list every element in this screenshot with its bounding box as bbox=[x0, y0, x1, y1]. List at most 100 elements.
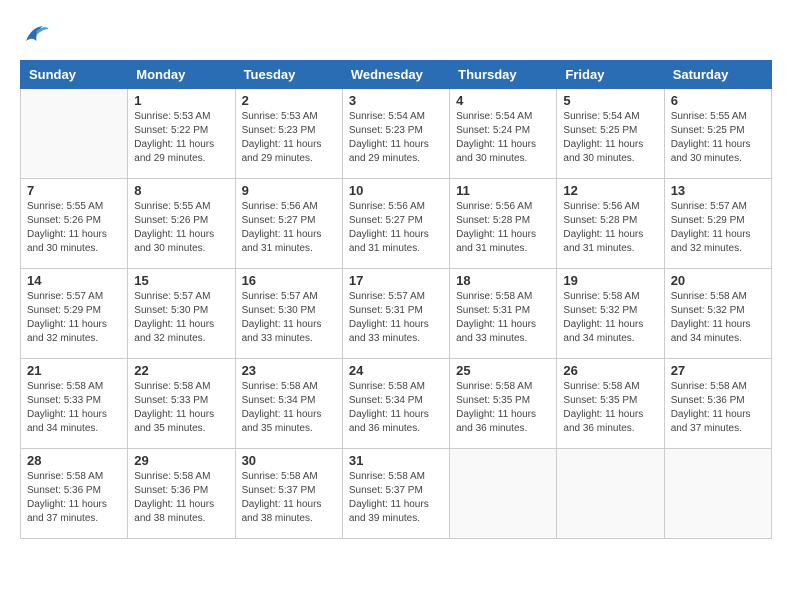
day-info: Sunrise: 5:55 AM Sunset: 5:25 PM Dayligh… bbox=[671, 110, 765, 166]
calendar-cell: 12 Sunrise: 5:56 AM Sunset: 5:28 PM Dayli… bbox=[557, 179, 664, 269]
header-saturday: Saturday bbox=[664, 61, 771, 89]
day-info: Sunrise: 5:57 AM Sunset: 5:29 PM Dayligh… bbox=[27, 290, 121, 346]
day-info: Sunrise: 5:55 AM Sunset: 5:26 PM Dayligh… bbox=[134, 200, 228, 256]
day-number: 27 bbox=[671, 363, 765, 378]
header-friday: Friday bbox=[557, 61, 664, 89]
day-number: 1 bbox=[134, 93, 228, 108]
calendar-cell bbox=[21, 89, 128, 179]
day-info: Sunrise: 5:56 AM Sunset: 5:27 PM Dayligh… bbox=[349, 200, 443, 256]
day-info: Sunrise: 5:57 AM Sunset: 5:30 PM Dayligh… bbox=[242, 290, 336, 346]
logo bbox=[20, 20, 54, 50]
day-info: Sunrise: 5:57 AM Sunset: 5:29 PM Dayligh… bbox=[671, 200, 765, 256]
day-number: 14 bbox=[27, 273, 121, 288]
day-info: Sunrise: 5:58 AM Sunset: 5:32 PM Dayligh… bbox=[671, 290, 765, 346]
day-info: Sunrise: 5:58 AM Sunset: 5:33 PM Dayligh… bbox=[134, 380, 228, 436]
week-row-5: 28 Sunrise: 5:58 AM Sunset: 5:36 PM Dayli… bbox=[21, 449, 772, 539]
day-number: 13 bbox=[671, 183, 765, 198]
calendar-cell: 2Sunrise: 5:53 AM Sunset: 5:23 PM Daylig… bbox=[235, 89, 342, 179]
day-number: 28 bbox=[27, 453, 121, 468]
calendar-cell bbox=[450, 449, 557, 539]
day-info: Sunrise: 5:58 AM Sunset: 5:31 PM Dayligh… bbox=[456, 290, 550, 346]
day-info: Sunrise: 5:56 AM Sunset: 5:28 PM Dayligh… bbox=[456, 200, 550, 256]
day-number: 9 bbox=[242, 183, 336, 198]
day-info: Sunrise: 5:58 AM Sunset: 5:35 PM Dayligh… bbox=[563, 380, 657, 436]
day-info: Sunrise: 5:56 AM Sunset: 5:27 PM Dayligh… bbox=[242, 200, 336, 256]
day-info: Sunrise: 5:57 AM Sunset: 5:31 PM Dayligh… bbox=[349, 290, 443, 346]
page-header bbox=[20, 20, 772, 50]
day-number: 16 bbox=[242, 273, 336, 288]
day-info: Sunrise: 5:54 AM Sunset: 5:23 PM Dayligh… bbox=[349, 110, 443, 166]
day-info: Sunrise: 5:54 AM Sunset: 5:25 PM Dayligh… bbox=[563, 110, 657, 166]
day-number: 20 bbox=[671, 273, 765, 288]
day-number: 11 bbox=[456, 183, 550, 198]
calendar-cell: 6Sunrise: 5:55 AM Sunset: 5:25 PM Daylig… bbox=[664, 89, 771, 179]
day-number: 19 bbox=[563, 273, 657, 288]
calendar-cell: 14 Sunrise: 5:57 AM Sunset: 5:29 PM Dayli… bbox=[21, 269, 128, 359]
day-number: 24 bbox=[349, 363, 443, 378]
calendar-cell: 11 Sunrise: 5:56 AM Sunset: 5:28 PM Dayli… bbox=[450, 179, 557, 269]
calendar-cell: 20 Sunrise: 5:58 AM Sunset: 5:32 PM Dayli… bbox=[664, 269, 771, 359]
week-row-3: 14 Sunrise: 5:57 AM Sunset: 5:29 PM Dayli… bbox=[21, 269, 772, 359]
calendar-table: SundayMondayTuesdayWednesdayThursdayFrid… bbox=[20, 60, 772, 539]
day-number: 10 bbox=[349, 183, 443, 198]
calendar-cell: 16 Sunrise: 5:57 AM Sunset: 5:30 PM Dayli… bbox=[235, 269, 342, 359]
calendar-cell: 10 Sunrise: 5:56 AM Sunset: 5:27 PM Dayli… bbox=[342, 179, 449, 269]
day-number: 26 bbox=[563, 363, 657, 378]
day-info: Sunrise: 5:53 AM Sunset: 5:23 PM Dayligh… bbox=[242, 110, 336, 166]
day-info: Sunrise: 5:58 AM Sunset: 5:37 PM Dayligh… bbox=[349, 470, 443, 526]
day-info: Sunrise: 5:58 AM Sunset: 5:36 PM Dayligh… bbox=[134, 470, 228, 526]
calendar-cell: 15 Sunrise: 5:57 AM Sunset: 5:30 PM Dayli… bbox=[128, 269, 235, 359]
calendar-cell: 21Sunrise: 5:58 AM Sunset: 5:33 PM Dayli… bbox=[21, 359, 128, 449]
day-number: 12 bbox=[563, 183, 657, 198]
logo-icon bbox=[20, 20, 50, 50]
week-row-1: 1 Sunrise: 5:53 AM Sunset: 5:22 PM Daylig… bbox=[21, 89, 772, 179]
calendar-cell: 23Sunrise: 5:58 AM Sunset: 5:34 PM Dayli… bbox=[235, 359, 342, 449]
header-tuesday: Tuesday bbox=[235, 61, 342, 89]
day-info: Sunrise: 5:57 AM Sunset: 5:30 PM Dayligh… bbox=[134, 290, 228, 346]
calendar-cell: 4 Sunrise: 5:54 AM Sunset: 5:24 PM Daylig… bbox=[450, 89, 557, 179]
calendar-cell: 29 Sunrise: 5:58 AM Sunset: 5:36 PM Dayli… bbox=[128, 449, 235, 539]
day-number: 25 bbox=[456, 363, 550, 378]
header-thursday: Thursday bbox=[450, 61, 557, 89]
day-number: 15 bbox=[134, 273, 228, 288]
day-number: 4 bbox=[456, 93, 550, 108]
day-number: 22 bbox=[134, 363, 228, 378]
day-info: Sunrise: 5:53 AM Sunset: 5:22 PM Dayligh… bbox=[134, 110, 228, 166]
calendar-cell: 22 Sunrise: 5:58 AM Sunset: 5:33 PM Dayli… bbox=[128, 359, 235, 449]
calendar-cell: 30 Sunrise: 5:58 AM Sunset: 5:37 PM Dayli… bbox=[235, 449, 342, 539]
day-info: Sunrise: 5:56 AM Sunset: 5:28 PM Dayligh… bbox=[563, 200, 657, 256]
calendar-cell: 13 Sunrise: 5:57 AM Sunset: 5:29 PM Dayli… bbox=[664, 179, 771, 269]
header-monday: Monday bbox=[128, 61, 235, 89]
day-info: Sunrise: 5:55 AM Sunset: 5:26 PM Dayligh… bbox=[27, 200, 121, 256]
header-sunday: Sunday bbox=[21, 61, 128, 89]
calendar-cell bbox=[664, 449, 771, 539]
day-info: Sunrise: 5:58 AM Sunset: 5:35 PM Dayligh… bbox=[456, 380, 550, 436]
week-row-2: 7 Sunrise: 5:55 AM Sunset: 5:26 PM Daylig… bbox=[21, 179, 772, 269]
calendar-cell: 27Sunrise: 5:58 AM Sunset: 5:36 PM Dayli… bbox=[664, 359, 771, 449]
calendar-cell: 18 Sunrise: 5:58 AM Sunset: 5:31 PM Dayli… bbox=[450, 269, 557, 359]
header-row: SundayMondayTuesdayWednesdayThursdayFrid… bbox=[21, 61, 772, 89]
day-info: Sunrise: 5:54 AM Sunset: 5:24 PM Dayligh… bbox=[456, 110, 550, 166]
day-number: 7 bbox=[27, 183, 121, 198]
calendar-cell: 5 Sunrise: 5:54 AM Sunset: 5:25 PM Daylig… bbox=[557, 89, 664, 179]
day-info: Sunrise: 5:58 AM Sunset: 5:36 PM Dayligh… bbox=[27, 470, 121, 526]
calendar-cell: 3 Sunrise: 5:54 AM Sunset: 5:23 PM Daylig… bbox=[342, 89, 449, 179]
day-number: 29 bbox=[134, 453, 228, 468]
day-number: 18 bbox=[456, 273, 550, 288]
calendar-cell: 31 Sunrise: 5:58 AM Sunset: 5:37 PM Dayli… bbox=[342, 449, 449, 539]
day-number: 21 bbox=[27, 363, 121, 378]
calendar-cell bbox=[557, 449, 664, 539]
day-info: Sunrise: 5:58 AM Sunset: 5:37 PM Dayligh… bbox=[242, 470, 336, 526]
week-row-4: 21 Sunrise: 5:58 AM Sunset: 5:33 PM Dayli… bbox=[21, 359, 772, 449]
calendar-cell: 19Sunrise: 5:58 AM Sunset: 5:32 PM Dayli… bbox=[557, 269, 664, 359]
day-number: 31 bbox=[349, 453, 443, 468]
day-number: 8 bbox=[134, 183, 228, 198]
calendar-cell: 24Sunrise: 5:58 AM Sunset: 5:34 PM Dayli… bbox=[342, 359, 449, 449]
day-info: Sunrise: 5:58 AM Sunset: 5:34 PM Dayligh… bbox=[242, 380, 336, 436]
day-number: 3 bbox=[349, 93, 443, 108]
calendar-cell: 1 Sunrise: 5:53 AM Sunset: 5:22 PM Daylig… bbox=[128, 89, 235, 179]
day-number: 30 bbox=[242, 453, 336, 468]
calendar-cell: 25 Sunrise: 5:58 AM Sunset: 5:35 PM Dayli… bbox=[450, 359, 557, 449]
calendar-cell: 17Sunrise: 5:57 AM Sunset: 5:31 PM Dayli… bbox=[342, 269, 449, 359]
day-number: 5 bbox=[563, 93, 657, 108]
